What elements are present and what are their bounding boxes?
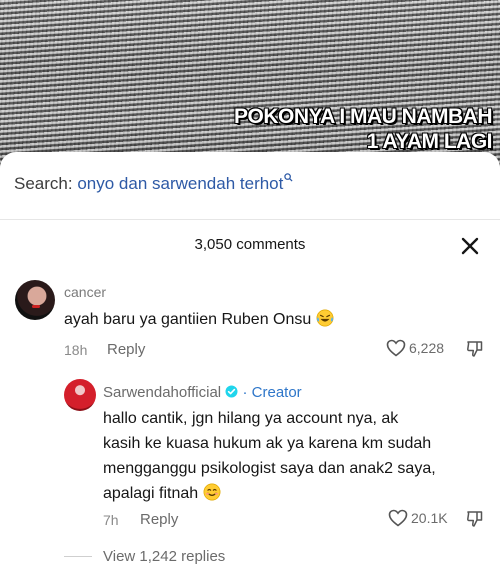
heart-icon bbox=[386, 339, 406, 357]
search-icon bbox=[284, 173, 293, 182]
reply-line-4: apalagi fitnah bbox=[103, 485, 199, 502]
divider bbox=[0, 219, 500, 220]
reply-username[interactable]: Sarwendahofficial bbox=[103, 384, 221, 401]
reply-author: Sarwendahofficial · Creator bbox=[103, 384, 302, 401]
dislike-icon[interactable] bbox=[466, 340, 484, 358]
reply-like-count: 20.1K bbox=[411, 510, 448, 526]
video-caption: POKONYA I MAU NAMBAH 1 AYAM LAGI bbox=[172, 104, 493, 154]
avatar[interactable] bbox=[15, 280, 55, 320]
search-suggestion[interactable]: Search: onyo dan sarwendah terhot bbox=[14, 173, 293, 194]
verified-badge-icon bbox=[225, 385, 238, 398]
dislike-icon[interactable] bbox=[466, 510, 484, 528]
laughing-crying-emoji-icon bbox=[316, 309, 334, 327]
search-query-link[interactable]: onyo dan sarwendah terhot bbox=[77, 174, 283, 193]
creator-badge: Creator bbox=[251, 384, 302, 401]
heart-icon bbox=[388, 509, 408, 527]
comments-sheet: Search: onyo dan sarwendah terhot 3,050 … bbox=[0, 152, 500, 574]
like-button[interactable]: 6,228 bbox=[386, 339, 444, 357]
reply-like-button[interactable]: 20.1K bbox=[388, 509, 448, 527]
reply-reply-button[interactable]: Reply bbox=[140, 511, 178, 528]
replies-divider bbox=[64, 556, 92, 557]
comment-text: ayah baru ya gantiien Ruben Onsu bbox=[64, 307, 334, 332]
comment-time: 18h bbox=[64, 342, 88, 358]
reply-line-1: hallo cantik, jgn hilang ya account nya,… bbox=[103, 410, 399, 427]
reply-line-2: kasih ke kuasa hukum ak ya karena km sud… bbox=[103, 435, 432, 452]
reply-text: hallo cantik, jgn hilang ya account nya,… bbox=[103, 406, 436, 506]
comment-body: ayah baru ya gantiien Ruben Onsu bbox=[64, 311, 312, 328]
separator-dot: · bbox=[242, 384, 248, 401]
reply-button[interactable]: Reply bbox=[107, 341, 145, 358]
smiling-emoji-icon bbox=[203, 483, 221, 501]
creator-avatar[interactable] bbox=[64, 379, 96, 411]
video-caption-line-2: 1 AYAM LAGI bbox=[366, 129, 493, 154]
comments-count: 3,050 comments bbox=[194, 236, 306, 253]
comment-username[interactable]: cancer bbox=[64, 284, 106, 300]
reply-time: 7h bbox=[103, 512, 119, 528]
view-replies-button[interactable]: View 1,242 replies bbox=[103, 548, 225, 565]
like-count: 6,228 bbox=[409, 340, 445, 356]
close-icon[interactable] bbox=[461, 237, 479, 255]
reply-line-4-wrap: apalagi fitnah bbox=[103, 481, 436, 506]
reply-line-3: mengganggu psikologist saya dan anak2 sa… bbox=[103, 460, 436, 477]
search-label: Search: bbox=[14, 174, 73, 193]
video-caption-line-1: POKONYA I MAU NAMBAH bbox=[233, 104, 493, 129]
